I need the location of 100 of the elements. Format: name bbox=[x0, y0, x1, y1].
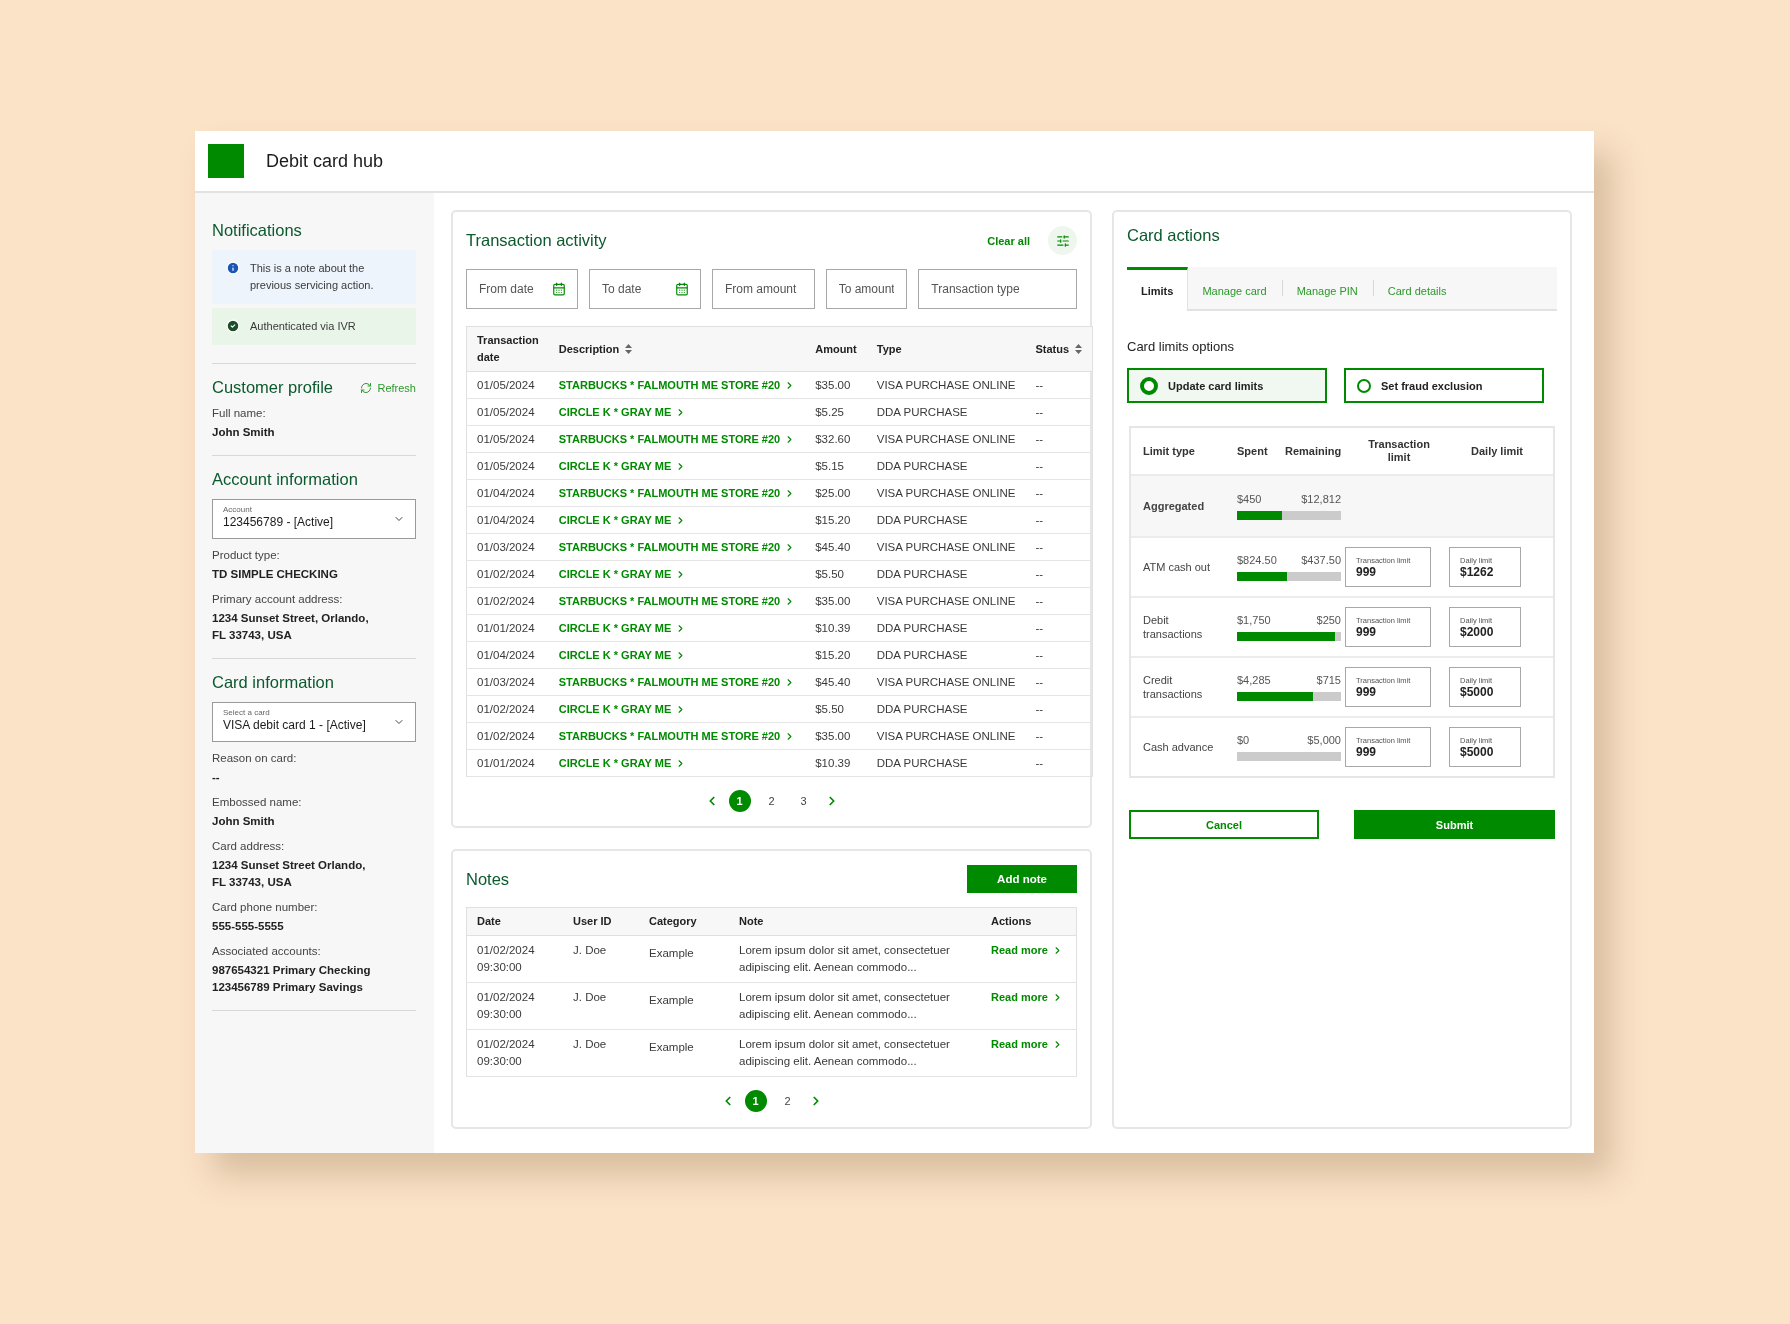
remaining-amount: $250 bbox=[1316, 613, 1341, 626]
remaining-amount: $12,812 bbox=[1301, 492, 1341, 505]
page-button[interactable]: 2 bbox=[760, 790, 783, 812]
column-header: Daily limit bbox=[1470, 444, 1524, 458]
field-label: Primary account address: bbox=[212, 593, 344, 605]
table-cell: $35.00 bbox=[815, 379, 851, 391]
table-cell: $32.60 bbox=[815, 433, 851, 445]
radio-option[interactable]: Set fraud exclusion bbox=[1344, 368, 1544, 403]
merchant-link[interactable]: CIRCLE K * GRAY ME bbox=[558, 568, 687, 580]
table-cell: -- bbox=[1035, 676, 1044, 688]
table-cell: -- bbox=[1035, 433, 1044, 445]
merchant-link[interactable]: CIRCLE K * GRAY ME bbox=[558, 622, 687, 634]
merchant-link[interactable]: CIRCLE K * GRAY ME bbox=[558, 460, 687, 472]
date-field[interactable]: From date bbox=[466, 269, 578, 309]
sliders-icon bbox=[1055, 233, 1070, 248]
merchant-link[interactable]: STARBUCKS * FALMOUTH ME STORE #20 bbox=[558, 676, 796, 688]
panel-title: Transaction activity bbox=[466, 231, 607, 250]
table-cell: 01/02/2024 09:30:00 bbox=[477, 944, 535, 973]
tab[interactable]: Manage card bbox=[1188, 267, 1282, 311]
table-cell: $5.25 bbox=[815, 406, 844, 418]
column-header: Spent bbox=[1237, 444, 1269, 458]
check-icon bbox=[226, 319, 240, 333]
limit-type: ATM cash out bbox=[1143, 560, 1212, 574]
field-value: John Smith bbox=[212, 814, 276, 829]
field-label: Full name: bbox=[212, 407, 267, 419]
table-cell: VISA PURCHASE ONLINE bbox=[876, 433, 1016, 445]
section-title: Customer profile bbox=[212, 378, 334, 397]
table-cell: -- bbox=[1035, 622, 1044, 634]
column-header: User ID bbox=[573, 915, 612, 927]
table-cell: $35.00 bbox=[815, 730, 851, 742]
refresh-icon bbox=[360, 381, 373, 394]
column-header: Transaction date bbox=[477, 333, 539, 365]
table-cell: 01/04/2024 bbox=[477, 514, 535, 526]
filter-field[interactable]: To amount bbox=[825, 269, 908, 309]
select-field[interactable]: Select a card VISA debit card 1 - [Active] bbox=[212, 702, 416, 742]
field-value: 555-555-5555 bbox=[212, 919, 285, 934]
merchant-link[interactable]: CIRCLE K * GRAY ME bbox=[558, 649, 687, 661]
refresh-link[interactable]: Refresh bbox=[360, 381, 416, 394]
table-cell: -- bbox=[1035, 595, 1044, 607]
table-cell: VISA PURCHASE ONLINE bbox=[876, 595, 1016, 607]
table-cell: DDA PURCHASE bbox=[876, 514, 968, 526]
table-cell: 01/02/2024 bbox=[477, 730, 535, 742]
radio-option[interactable]: Update card limits bbox=[1127, 368, 1327, 403]
tab[interactable]: Limits bbox=[1127, 267, 1189, 311]
calendar-icon bbox=[552, 282, 566, 296]
read-more-link[interactable]: Read more bbox=[991, 942, 1063, 959]
filter-field[interactable]: Transaction type bbox=[918, 269, 1077, 309]
read-more-link[interactable]: Read more bbox=[991, 1036, 1063, 1053]
table-cell: DDA PURCHASE bbox=[876, 568, 968, 580]
filter-settings-button[interactable] bbox=[1048, 226, 1077, 255]
field-value: 1234 Sunset Street, Orlando, FL 33743, USA bbox=[212, 611, 370, 643]
table-cell: -- bbox=[1035, 514, 1044, 526]
limit-type: Cash advance bbox=[1143, 740, 1215, 754]
merchant-link[interactable]: CIRCLE K * GRAY ME bbox=[558, 703, 687, 715]
table-cell: $35.00 bbox=[815, 595, 851, 607]
spent-amount: $4,285 bbox=[1237, 673, 1271, 686]
read-more-link[interactable]: Read more bbox=[991, 989, 1063, 1006]
spent-amount: $824.50 bbox=[1237, 553, 1277, 566]
tab[interactable]: Card details bbox=[1373, 267, 1462, 311]
merchant-link[interactable]: STARBUCKS * FALMOUTH ME STORE #20 bbox=[558, 595, 796, 607]
app-title: Debit card hub bbox=[266, 150, 384, 172]
tab[interactable]: Manage PIN bbox=[1282, 267, 1373, 311]
page-button[interactable]: 1 bbox=[728, 790, 751, 812]
clear-all-link[interactable]: Clear all bbox=[987, 234, 1030, 247]
merchant-link[interactable]: STARBUCKS * FALMOUTH ME STORE #20 bbox=[558, 379, 796, 391]
table-cell: VISA PURCHASE ONLINE bbox=[876, 730, 1016, 742]
table-cell: VISA PURCHASE ONLINE bbox=[876, 379, 1016, 391]
filter-field[interactable]: From amount bbox=[712, 269, 815, 309]
spent-amount: $1,750 bbox=[1237, 613, 1271, 626]
limit-type: Aggregated bbox=[1143, 499, 1206, 513]
merchant-link[interactable]: STARBUCKS * FALMOUTH ME STORE #20 bbox=[558, 541, 796, 553]
remaining-amount: $715 bbox=[1316, 673, 1341, 686]
merchant-link[interactable]: CIRCLE K * GRAY ME bbox=[558, 757, 687, 769]
column-header: Limit type bbox=[1143, 444, 1196, 458]
table-cell: $45.40 bbox=[815, 676, 851, 688]
sort-icon[interactable] bbox=[625, 344, 633, 354]
table-cell: -- bbox=[1035, 649, 1044, 661]
page-button[interactable]: 3 bbox=[792, 790, 815, 812]
merchant-link[interactable]: CIRCLE K * GRAY ME bbox=[558, 406, 687, 418]
merchant-link[interactable]: STARBUCKS * FALMOUTH ME STORE #20 bbox=[558, 433, 796, 445]
cancel-button[interactable]: Cancel bbox=[1129, 810, 1319, 839]
notification-text: Authenticated via IVR bbox=[250, 319, 356, 334]
table-cell: -- bbox=[1035, 541, 1044, 553]
merchant-link[interactable]: CIRCLE K * GRAY ME bbox=[558, 514, 687, 526]
table-cell: DDA PURCHASE bbox=[876, 622, 968, 634]
merchant-link[interactable]: STARBUCKS * FALMOUTH ME STORE #20 bbox=[558, 487, 796, 499]
date-field[interactable]: To date bbox=[589, 269, 701, 309]
column-header: Date bbox=[477, 915, 501, 927]
page-button[interactable]: 1 bbox=[744, 1090, 767, 1112]
add-note-button[interactable]: Add note bbox=[967, 865, 1077, 893]
table-cell: J. Doe bbox=[573, 944, 607, 956]
submit-button[interactable]: Submit bbox=[1354, 810, 1555, 839]
merchant-link[interactable]: STARBUCKS * FALMOUTH ME STORE #20 bbox=[558, 730, 796, 742]
note-text: Lorem ipsum dolor sit amet, consectetuer adipiscing elit. Aenean commodo... bbox=[739, 944, 950, 973]
select-field[interactable]: Account 123456789 - [Active] bbox=[212, 499, 416, 539]
page-button[interactable]: 2 bbox=[776, 1090, 799, 1112]
field-label: Embossed name: bbox=[212, 796, 303, 808]
panel-title: Notes bbox=[466, 869, 510, 889]
sort-icon[interactable] bbox=[1075, 344, 1083, 354]
column-header: Note bbox=[739, 915, 764, 927]
